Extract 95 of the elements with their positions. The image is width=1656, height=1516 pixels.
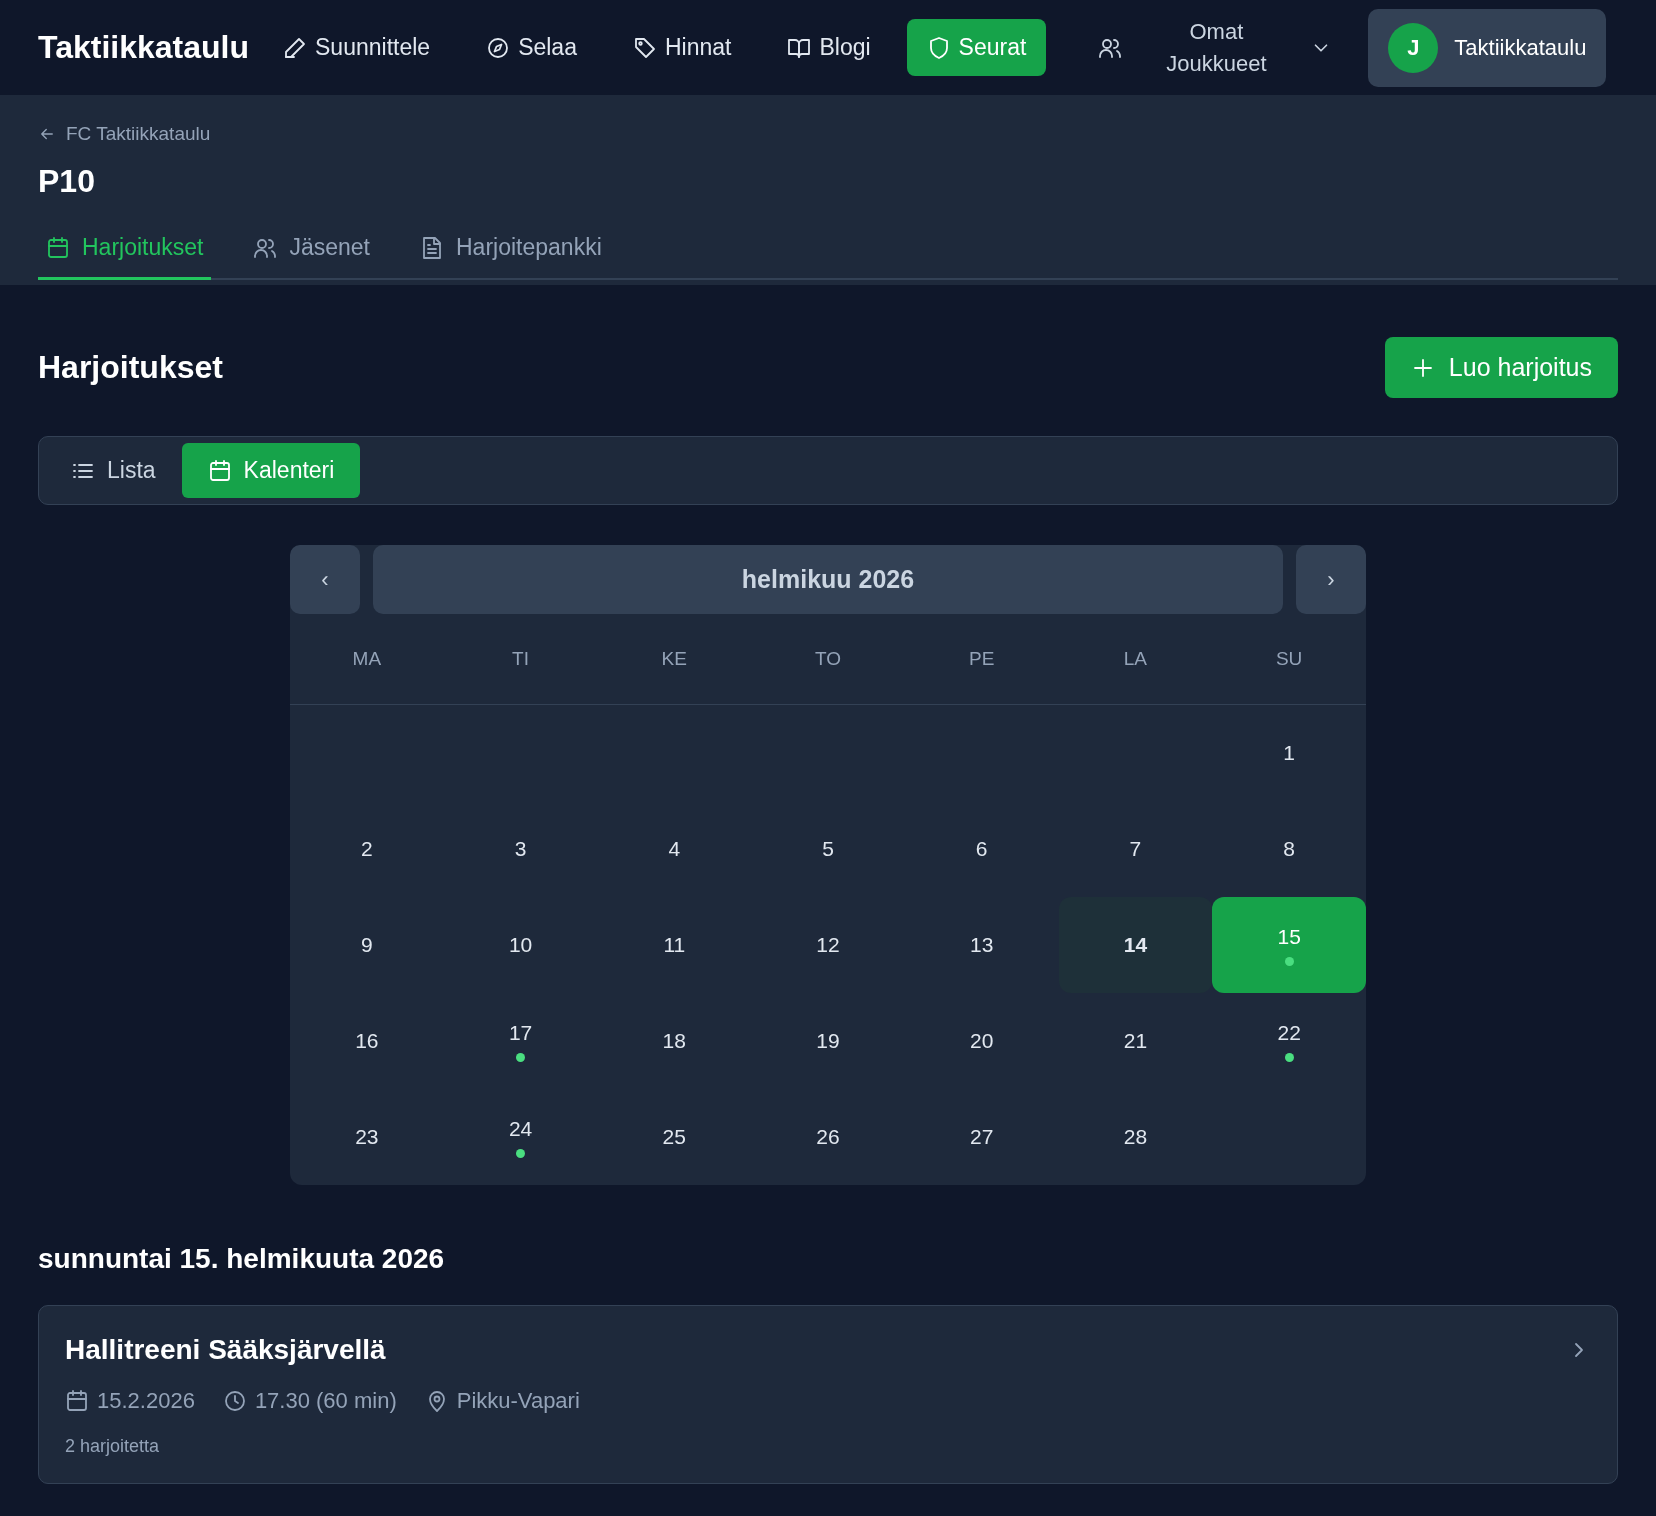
training-time: 17.30 (60 min) (254, 1388, 397, 1414)
section-title: Harjoitukset (38, 349, 223, 386)
weekday-label: PE (968, 648, 996, 670)
calendar-day[interactable]: 26 (751, 1089, 905, 1185)
day-number: 3 (514, 837, 527, 861)
calendar-day[interactable]: 25 (597, 1089, 752, 1185)
tab[interactable]: Harjoitukset (38, 226, 212, 280)
calendar-day[interactable]: 9 (290, 897, 444, 993)
tag-icon (632, 35, 657, 60)
calendar-day[interactable]: 27 (904, 1089, 1059, 1185)
compass-icon (486, 35, 511, 60)
user-avatar: J (1388, 22, 1439, 73)
tab[interactable]: Jäsenet (245, 226, 378, 280)
calendar-day[interactable]: 17 (443, 993, 598, 1089)
day-number: 22 (1277, 1020, 1301, 1045)
weekday-label: KE (660, 648, 688, 670)
clock-icon (222, 1389, 247, 1413)
nav-link[interactable]: Hinnat (612, 19, 752, 76)
day-number: 8 (1283, 837, 1295, 861)
day-number: 28 (1123, 1125, 1148, 1149)
weekday-label: MA (351, 648, 383, 670)
weekday-label: TO (813, 648, 842, 670)
calendar-day[interactable]: 20 (904, 993, 1059, 1089)
calendar-day[interactable]: 28 (1058, 1089, 1213, 1185)
day-number: 20 (970, 1029, 994, 1053)
weekday-label: TI (511, 648, 530, 670)
training-card[interactable]: Hallitreeni Sääksjärvellä 15.2.2026 17.30 (60 min) Pikku-Vapari 2 harjoitetta (38, 1305, 1618, 1484)
nav-link[interactable]: Blogi (767, 19, 891, 76)
calendar-day[interactable]: 24 (443, 1089, 598, 1185)
back-link[interactable]: FC Taktiikkataulu (38, 123, 211, 145)
calendar-day[interactable]: 7 (1058, 801, 1213, 897)
weekday-label: LA (1122, 648, 1149, 670)
calendar-day[interactable]: 21 (1058, 993, 1213, 1089)
nav-link[interactable]: Selaa (466, 19, 597, 76)
training-title: Hallitreeni Sääksjärvellä (65, 1334, 386, 1366)
month-label: helmikuu 2026 (373, 545, 1283, 614)
previous-month-button[interactable]: ‹ (290, 545, 360, 614)
day-number: 18 (662, 1029, 686, 1053)
day-number: 4 (668, 837, 681, 861)
calendar-day[interactable]: 23 (290, 1089, 444, 1185)
day-number: 10 (508, 933, 533, 957)
calendar-day[interactable]: 11 (597, 897, 752, 993)
calendar-day[interactable]: 12 (751, 897, 905, 993)
day-number: 15 (1277, 924, 1301, 949)
calendar-day[interactable]: 13 (904, 897, 1059, 993)
calendar-icon (207, 458, 232, 483)
day-number: 6 (975, 837, 988, 861)
calendar-day[interactable]: 10 (443, 897, 598, 993)
training-location: Pikku-Vapari (456, 1388, 580, 1414)
tab[interactable]: Harjoitepankki (412, 226, 610, 280)
calendar-icon (65, 1389, 89, 1413)
day-number: 25 (662, 1125, 686, 1149)
day-number: 21 (1123, 1029, 1148, 1053)
next-month-button[interactable]: › (1296, 545, 1366, 614)
calendar-day[interactable]: 19 (751, 993, 905, 1089)
day-number: 14 (1123, 933, 1148, 957)
calendar-day[interactable]: 16 (290, 993, 444, 1089)
day-number: 11 (663, 933, 686, 957)
doc-icon (420, 235, 444, 260)
view-toggle-button[interactable]: Lista (71, 443, 156, 498)
calendar-day[interactable]: 14 (1058, 897, 1213, 993)
calendar-day[interactable]: 22 (1212, 993, 1366, 1089)
day-number: 24 (508, 1116, 533, 1141)
calendar-day[interactable]: 4 (597, 801, 752, 897)
day-number: 19 (816, 1029, 840, 1053)
day-number: 23 (355, 1125, 379, 1149)
user-menu-button[interactable]: J Taktiikkataulu (1368, 8, 1607, 87)
day-number: 17 (508, 1020, 533, 1045)
day-number: 1 (1283, 741, 1295, 765)
day-number: 13 (970, 933, 994, 957)
calendar-day[interactable]: 5 (751, 801, 905, 897)
calendar-icon (46, 235, 70, 260)
calendar-day[interactable]: 3 (443, 801, 598, 897)
selected-date-heading: sunnuntai 15. helmikuuta 2026 (38, 1243, 446, 1275)
team-title: P10 (38, 163, 96, 200)
weekday-label: SU (1274, 648, 1304, 670)
day-number: 26 (816, 1125, 840, 1149)
training-date: 15.2.2026 (97, 1388, 195, 1414)
brand-logo-text[interactable]: Taktiikkataulu (38, 29, 250, 66)
calendar-day[interactable]: 2 (290, 801, 444, 897)
calendar-day[interactable]: 18 (597, 993, 752, 1089)
day-number: 16 (355, 1029, 379, 1053)
calendar-day[interactable]: 1 (1212, 705, 1366, 801)
day-number: 9 (361, 933, 373, 957)
exercise-count: 2 harjoitetta (65, 1436, 161, 1457)
nav-link[interactable]: Suunnittele (263, 19, 451, 76)
calendar-day[interactable]: 6 (904, 801, 1059, 897)
calendar-day[interactable]: 8 (1212, 801, 1366, 897)
day-number: 7 (1129, 837, 1142, 861)
day-number: 27 (970, 1125, 994, 1149)
teams-dropdown[interactable]: Omat Joukkueet (1098, 15, 1333, 80)
day-number: 12 (816, 933, 840, 957)
day-number: 2 (361, 837, 373, 861)
pencil-icon (283, 35, 308, 60)
day-number: 5 (822, 837, 834, 861)
